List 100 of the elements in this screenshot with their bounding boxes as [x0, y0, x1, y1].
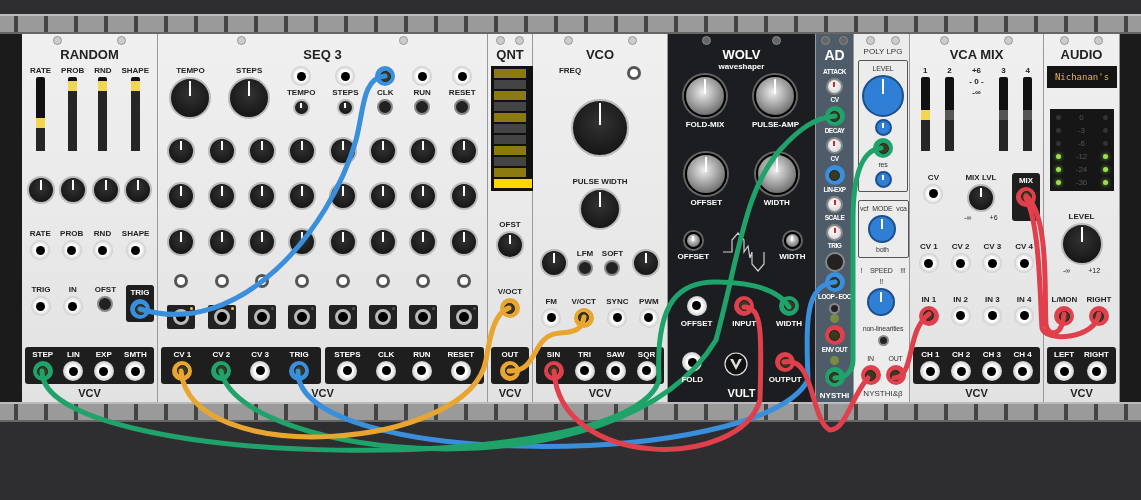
knob[interactable] [874, 119, 892, 136]
knob[interactable] [369, 136, 398, 165]
knob[interactable] [449, 182, 478, 211]
knob[interactable] [336, 99, 354, 116]
jack[interactable] [291, 66, 312, 86]
knob[interactable] [579, 187, 621, 230]
jack[interactable] [1012, 361, 1033, 381]
push-button[interactable] [877, 335, 889, 346]
knob[interactable] [631, 249, 660, 278]
knob[interactable] [496, 230, 524, 259]
push-button[interactable] [454, 99, 471, 115]
jack[interactable] [541, 307, 562, 328]
knob[interactable] [874, 171, 892, 188]
knob[interactable] [207, 182, 236, 211]
push-button[interactable] [414, 99, 431, 115]
slider[interactable] [36, 77, 46, 151]
knob[interactable] [328, 227, 357, 256]
gate-jack[interactable] [409, 305, 438, 330]
jack[interactable] [337, 360, 358, 381]
knob[interactable] [409, 182, 438, 211]
jack[interactable] [250, 360, 271, 381]
jack[interactable] [605, 360, 626, 381]
knob[interactable] [826, 137, 843, 154]
knob[interactable] [826, 224, 843, 241]
jack[interactable] [1014, 305, 1035, 326]
device-display[interactable]: Nichanan's [1047, 66, 1117, 88]
knob[interactable] [868, 215, 897, 243]
knob[interactable] [91, 176, 120, 204]
gate-jack[interactable] [449, 305, 478, 330]
jack[interactable] [452, 66, 473, 86]
slider-fill[interactable] [998, 110, 1008, 151]
jack[interactable] [574, 360, 595, 381]
jack[interactable] [93, 361, 114, 381]
jack[interactable] [125, 240, 146, 260]
knob[interactable] [826, 78, 843, 95]
jack[interactable] [30, 296, 51, 316]
jack[interactable] [450, 360, 471, 381]
jack[interactable] [951, 361, 972, 381]
jack[interactable] [1014, 253, 1035, 273]
jack[interactable] [950, 305, 971, 326]
knob[interactable] [571, 99, 629, 158]
slider[interactable] [920, 77, 930, 151]
knob[interactable] [27, 176, 56, 204]
knob[interactable] [59, 176, 88, 204]
jack[interactable] [918, 253, 939, 273]
knob[interactable] [288, 182, 317, 211]
jack[interactable] [335, 66, 356, 86]
knob[interactable] [409, 227, 438, 256]
knob[interactable] [449, 227, 478, 256]
gate-jack[interactable] [369, 305, 398, 330]
jack[interactable] [950, 253, 971, 273]
knob[interactable] [449, 136, 478, 165]
knob[interactable] [409, 136, 438, 165]
slider[interactable] [945, 77, 954, 151]
knob[interactable] [369, 227, 398, 256]
knob[interactable] [228, 77, 271, 119]
knob[interactable] [540, 249, 569, 278]
knob[interactable] [247, 182, 276, 211]
slider[interactable] [998, 77, 1008, 151]
knob[interactable] [288, 136, 317, 165]
jack[interactable] [607, 307, 628, 328]
push-button[interactable] [577, 260, 594, 277]
jack[interactable] [61, 240, 82, 260]
jack[interactable] [62, 296, 83, 316]
knob[interactable] [867, 288, 896, 316]
knob[interactable] [369, 182, 398, 211]
jack[interactable] [923, 183, 944, 204]
jack[interactable] [63, 361, 84, 381]
gate-jack[interactable] [288, 305, 317, 330]
jack[interactable] [92, 240, 113, 260]
gate-jack[interactable] [247, 305, 276, 330]
knob[interactable] [123, 176, 152, 204]
knob[interactable] [685, 153, 728, 196]
jack[interactable] [920, 361, 941, 381]
jack[interactable] [982, 253, 1003, 273]
gate-jack[interactable] [328, 305, 357, 330]
knob[interactable] [684, 231, 702, 249]
slider-fill[interactable] [945, 110, 954, 151]
push-button[interactable] [377, 99, 394, 115]
jack[interactable] [411, 360, 432, 381]
knob[interactable] [207, 136, 236, 165]
jack[interactable] [125, 361, 146, 381]
knob[interactable] [683, 75, 726, 117]
jack[interactable] [30, 240, 51, 260]
knob[interactable] [207, 227, 236, 256]
knob[interactable] [826, 196, 843, 213]
slider[interactable] [1023, 77, 1033, 151]
knob[interactable] [169, 77, 212, 119]
jack[interactable] [1086, 361, 1107, 381]
push-button[interactable] [604, 260, 621, 277]
jack[interactable] [636, 360, 657, 381]
knob[interactable] [754, 75, 797, 117]
jack[interactable] [1054, 361, 1074, 381]
knob[interactable] [292, 99, 310, 116]
push-button[interactable] [97, 296, 114, 312]
knob[interactable] [247, 227, 276, 256]
jack[interactable] [638, 307, 659, 328]
jack[interactable] [376, 360, 397, 381]
knob[interactable] [783, 231, 801, 249]
knob[interactable] [966, 183, 995, 212]
